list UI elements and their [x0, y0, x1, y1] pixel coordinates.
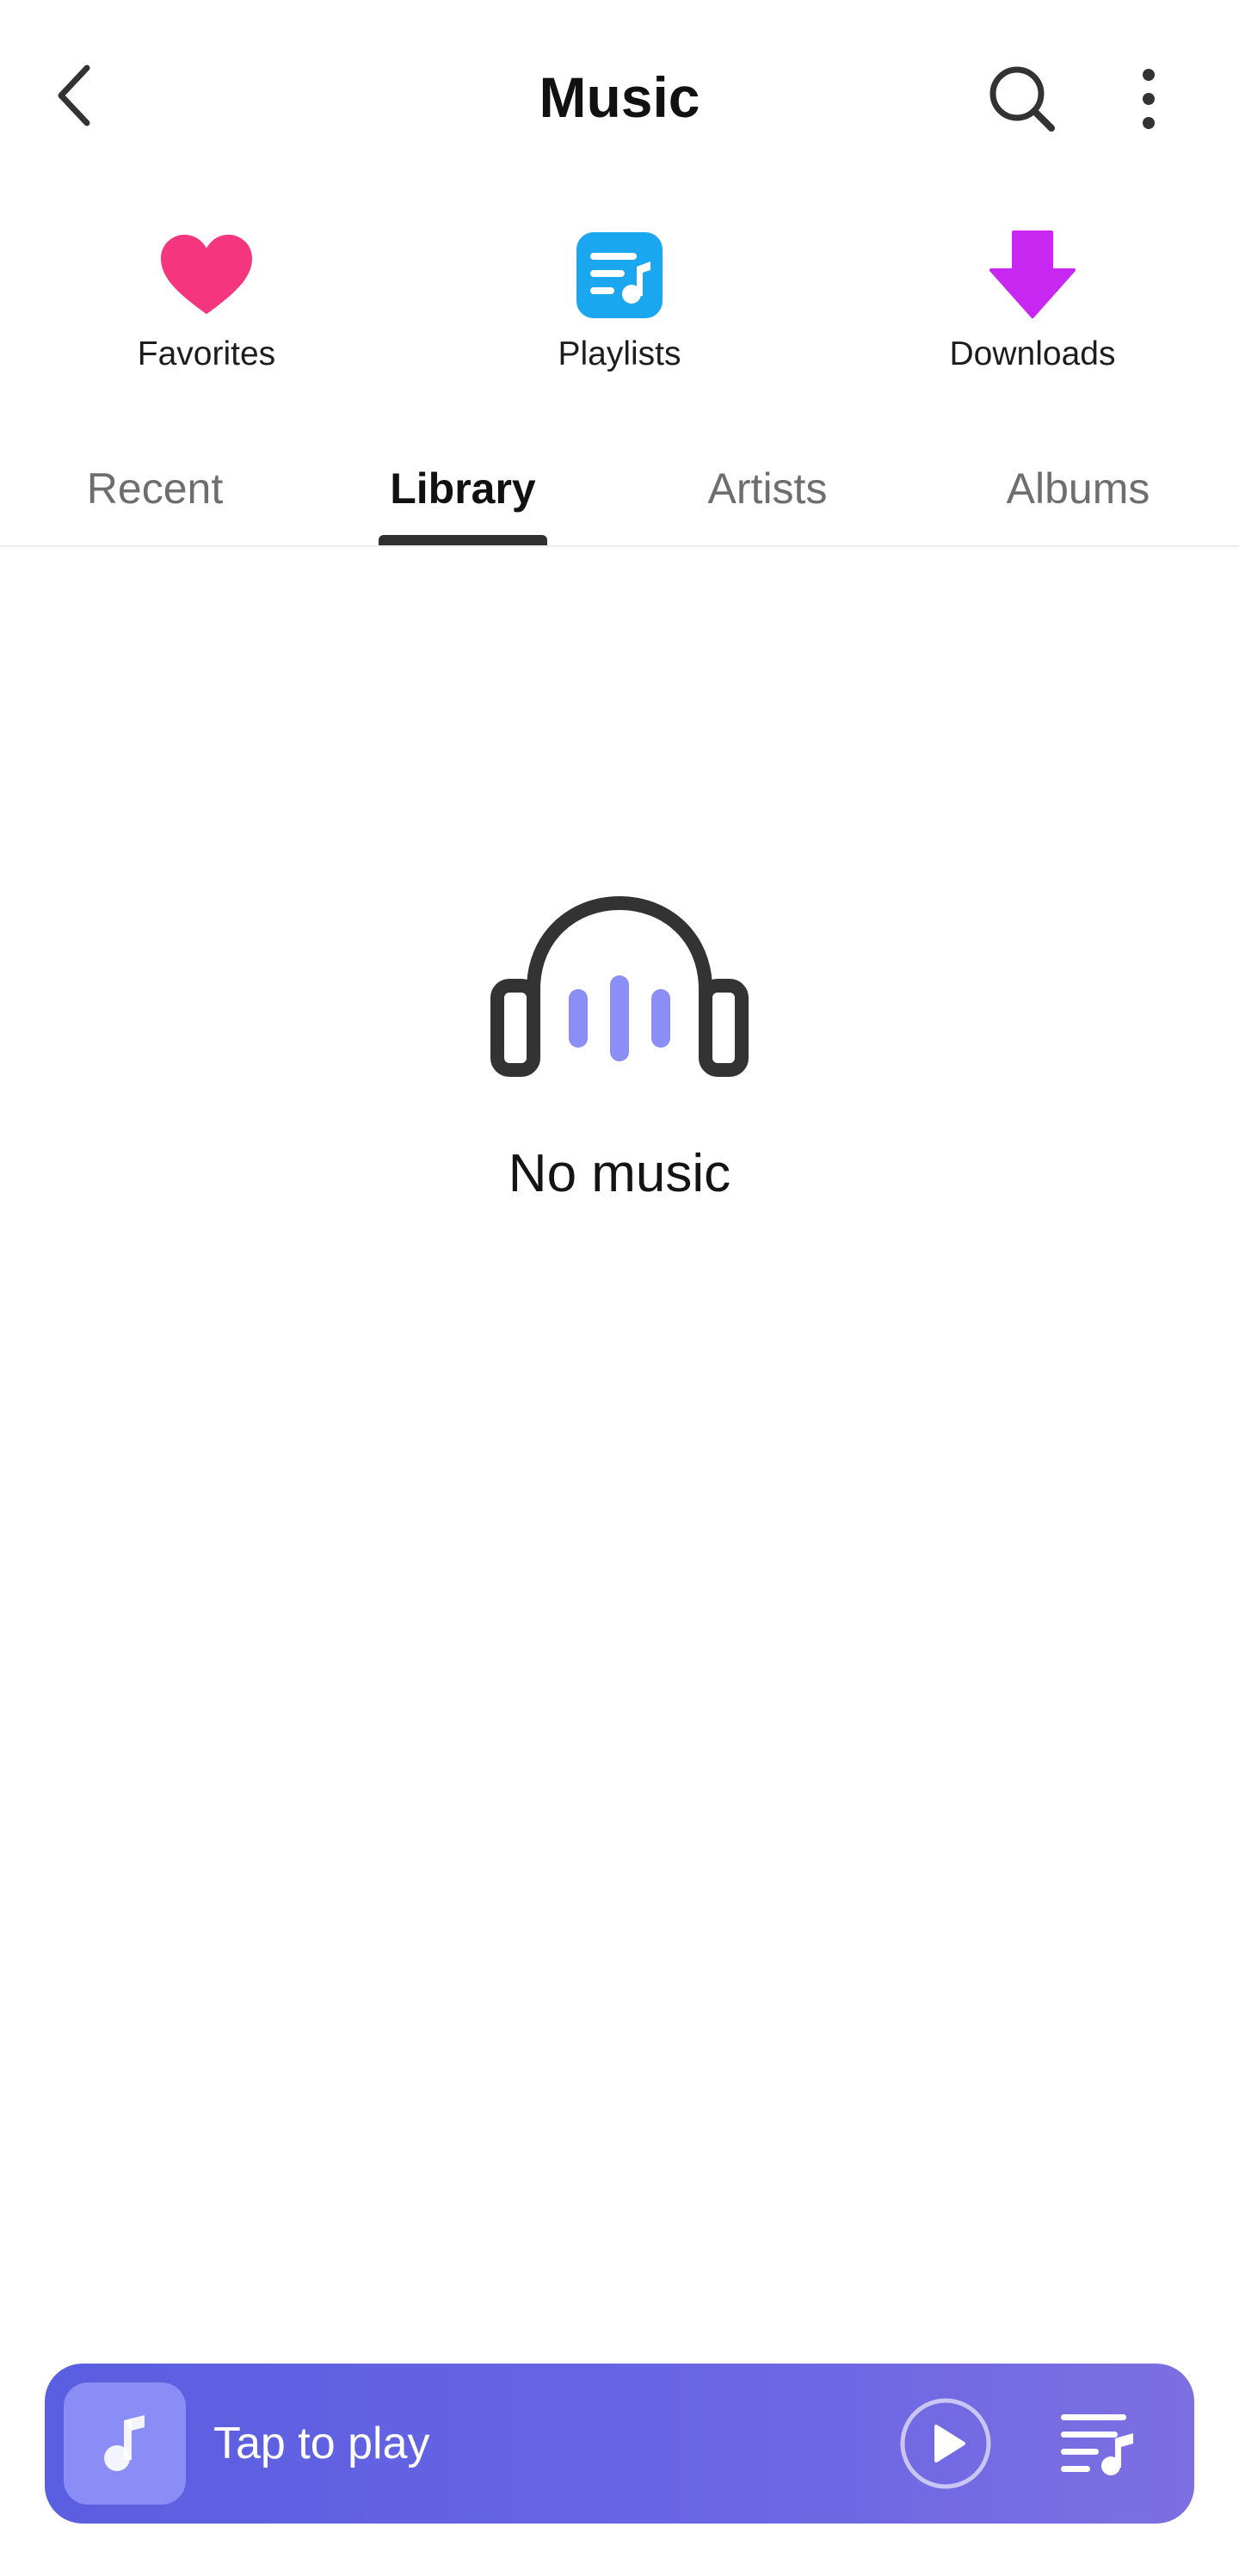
favorites-label: Favorites	[137, 335, 276, 372]
download-icon	[985, 228, 1080, 323]
tab-bar: Recent Library Artists Albums	[0, 447, 1239, 547]
search-icon	[989, 66, 1055, 132]
tab-recent[interactable]: Recent	[52, 447, 258, 545]
downloads-label: Downloads	[949, 335, 1116, 372]
play-icon	[900, 2398, 991, 2489]
empty-state-message: No music	[508, 1144, 731, 1203]
active-tab-indicator	[379, 535, 547, 545]
heart-icon	[159, 228, 254, 323]
downloads-shortcut[interactable]: Downloads	[921, 228, 1144, 383]
back-button[interactable]	[43, 53, 105, 138]
player-track-title: Tap to play	[213, 2419, 430, 2468]
more-vertical-icon	[1143, 69, 1155, 129]
tab-library[interactable]: Library	[360, 447, 566, 545]
favorites-shortcut[interactable]: Favorites	[95, 228, 318, 383]
album-art	[64, 2382, 186, 2505]
playlist-icon	[572, 228, 667, 323]
tab-albums[interactable]: Albums	[975, 447, 1181, 545]
playlists-shortcut[interactable]: Playlists	[508, 228, 731, 383]
playlists-label: Playlists	[558, 335, 681, 372]
back-arrow-icon	[58, 65, 90, 126]
page-title: Music	[539, 65, 700, 129]
headphones-icon	[490, 895, 749, 1077]
queue-button[interactable]	[1051, 2396, 1146, 2491]
tab-artists[interactable]: Artists	[664, 447, 871, 545]
search-button[interactable]	[981, 60, 1063, 138]
more-options-button[interactable]	[1114, 60, 1183, 138]
app-header: Music	[0, 0, 1239, 189]
music-note-icon	[104, 2415, 145, 2471]
mini-player[interactable]: Tap to play	[45, 2364, 1194, 2524]
queue-icon	[1061, 2414, 1133, 2475]
play-button[interactable]	[898, 2396, 993, 2491]
